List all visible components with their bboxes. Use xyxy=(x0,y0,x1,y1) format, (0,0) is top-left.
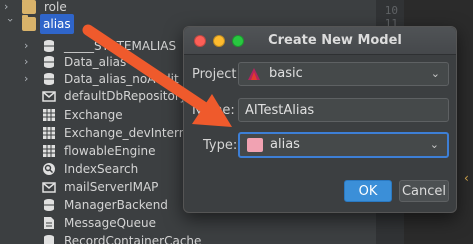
name-label: Name: xyxy=(192,103,235,118)
database-icon xyxy=(44,199,54,211)
tree-item-label: Exchange_devIntern xyxy=(64,126,187,140)
folder-icon xyxy=(22,0,36,14)
type-select[interactable]: alias ⌄ xyxy=(238,132,449,158)
search-index-icon xyxy=(43,163,55,175)
table-icon xyxy=(43,127,55,139)
dialog-titlebar[interactable]: Create New Model xyxy=(184,27,456,55)
tree-item-label: mailServerIMAP xyxy=(64,180,159,194)
type-select-value: alias xyxy=(270,137,300,152)
tree-item-label: RecordContainerCache xyxy=(64,234,202,244)
project-select-value: basic xyxy=(269,66,303,81)
tree-item-label: Exchange xyxy=(64,108,123,122)
tree-item-label: flowableEngine xyxy=(64,144,156,158)
type-label: Type: xyxy=(203,138,238,153)
tree-item-label: MessageQueue xyxy=(64,216,157,230)
ok-button[interactable]: OK xyxy=(344,180,392,202)
alias-type-icon xyxy=(247,138,263,152)
name-input[interactable] xyxy=(239,99,448,121)
database-icon xyxy=(44,235,54,244)
file-icon xyxy=(44,217,54,229)
table-icon xyxy=(43,145,55,157)
tree-item-label: IndexSearch xyxy=(64,162,139,176)
project-select[interactable]: basic ⌄ xyxy=(238,62,449,86)
mail-icon xyxy=(42,91,56,102)
database-icon xyxy=(44,73,54,85)
tree-item-label: alias xyxy=(40,14,74,34)
chevron-right-icon[interactable]: › xyxy=(24,69,36,89)
line-number: 10 xyxy=(384,4,398,17)
caret-marker-icon: ‹ xyxy=(464,171,469,185)
create-new-model-dialog: Create New Model Project: basic ⌄ Name: … xyxy=(183,26,457,213)
chevron-right-icon[interactable]: › xyxy=(4,0,16,17)
database-icon xyxy=(44,40,54,52)
folder-icon xyxy=(22,15,36,31)
project-logo-icon xyxy=(248,68,260,80)
dialog-title: Create New Model xyxy=(268,33,402,48)
chevron-down-icon[interactable]: › xyxy=(0,18,20,30)
cancel-button[interactable]: Cancel xyxy=(399,180,449,202)
tree-item-label: ManagerBackend xyxy=(64,198,168,212)
database-icon xyxy=(44,56,54,68)
chevron-down-icon: ⌄ xyxy=(429,138,439,151)
tree-item-label: defaultDbRepository xyxy=(64,89,187,103)
table-icon xyxy=(43,109,55,121)
mail-icon xyxy=(42,182,56,193)
name-field[interactable] xyxy=(238,98,449,122)
chevron-down-icon: ⌄ xyxy=(430,67,440,80)
project-label: Project: xyxy=(192,67,241,82)
